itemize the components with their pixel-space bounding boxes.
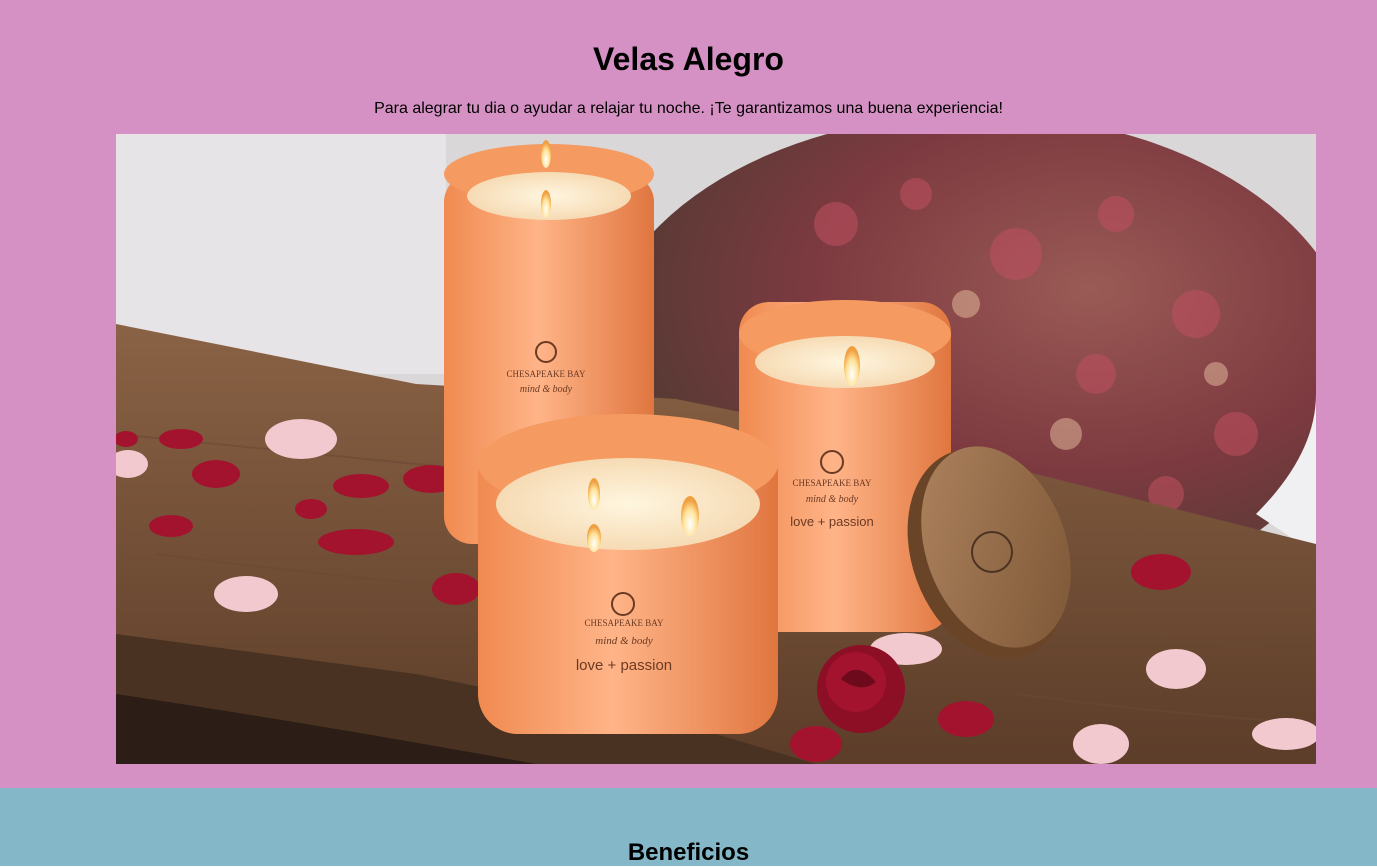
svg-text:love + passion: love + passion <box>576 657 672 674</box>
svg-text:CHESAPEAKE BAY: CHESAPEAKE BAY <box>585 618 664 628</box>
svg-text:mind & body: mind & body <box>806 494 859 505</box>
benefits-section: Beneficios <box>0 788 1377 866</box>
hero-section: Velas Alegro Para alegrar tu dia o ayuda… <box>0 0 1377 788</box>
svg-text:CHESAPEAKE BAY: CHESAPEAKE BAY <box>793 478 872 488</box>
page-tagline: Para alegrar tu dia o ayudar a relajar t… <box>374 100 1003 117</box>
benefits-title: Beneficios <box>627 839 750 866</box>
rose <box>817 645 905 733</box>
svg-text:mind & body: mind & body <box>520 384 573 395</box>
hero-image: CHESAPEAKE BAY mind & body CHESAPEAKE BA… <box>116 134 1316 764</box>
svg-text:mind & body: mind & body <box>595 635 653 647</box>
page-title: Velas Alegro <box>593 41 784 77</box>
svg-text:love + passion: love + passion <box>790 514 873 529</box>
svg-text:CHESAPEAKE BAY: CHESAPEAKE BAY <box>507 369 586 379</box>
wide-candle: CHESAPEAKE BAY mind & body love + passio… <box>478 414 778 734</box>
